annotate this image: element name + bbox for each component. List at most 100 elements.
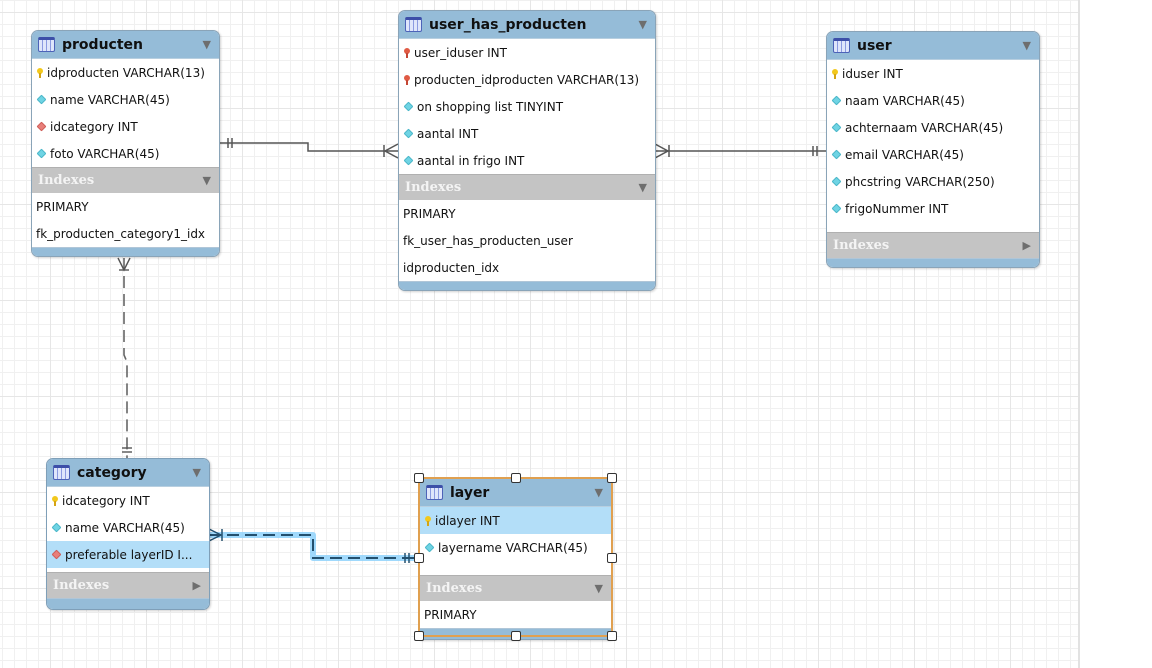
index-row[interactable]: idproducten_idx — [399, 254, 655, 281]
table-header[interactable]: category ▼ — [47, 459, 209, 487]
column-label: preferable layerID I... — [65, 547, 193, 562]
table-user-has-producten[interactable]: user_has_producten ▼ user_iduser INT pro… — [398, 10, 656, 291]
collapse-arrow-icon[interactable]: ▼ — [203, 38, 211, 51]
indexes-label: Indexes — [426, 581, 483, 596]
column-row[interactable]: idproducten VARCHAR(13) — [32, 59, 219, 86]
resize-handle-bottom-left[interactable] — [414, 631, 424, 641]
resize-handle-top-left[interactable] — [414, 473, 424, 483]
column-row[interactable]: iduser INT — [827, 60, 1039, 87]
column-label: idcategory INT — [62, 493, 150, 508]
column-icon — [51, 522, 62, 533]
resize-handle-left[interactable] — [414, 553, 424, 563]
column-row[interactable]: layername VARCHAR(45) — [420, 534, 611, 561]
table-layer[interactable]: layer ▼ idlayer INT layername VARCHAR(45… — [419, 478, 612, 640]
column-label: achternaam VARCHAR(45) — [845, 120, 1004, 135]
resize-handle-top-right[interactable] — [607, 473, 617, 483]
table-name: user — [857, 37, 892, 54]
index-row[interactable]: PRIMARY — [399, 200, 655, 227]
column-label: foto VARCHAR(45) — [50, 146, 160, 161]
table-icon — [833, 38, 850, 53]
column-icon — [424, 542, 435, 553]
column-row[interactable]: aantal INT — [399, 120, 655, 147]
column-row[interactable]: idcategory INT — [47, 487, 209, 514]
table-header[interactable]: producten ▼ — [32, 31, 219, 59]
collapse-arrow-icon[interactable]: ▼ — [639, 181, 647, 194]
column-label: on shopping list TINYINT — [417, 99, 564, 114]
column-row-highlighted[interactable]: idlayer INT — [420, 507, 611, 534]
table-category[interactable]: category ▼ idcategory INT name VARCHAR(4… — [46, 458, 210, 610]
column-label: aantal in frigo INT — [417, 153, 525, 168]
column-row[interactable]: producten_idproducten VARCHAR(13) — [399, 66, 655, 93]
collapse-arrow-icon[interactable]: ▼ — [203, 174, 211, 187]
expand-arrow-icon[interactable]: ▶ — [193, 579, 201, 592]
column-row[interactable]: name VARCHAR(45) — [32, 86, 219, 113]
collapse-arrow-icon[interactable]: ▼ — [1023, 39, 1031, 52]
table-header[interactable]: user_has_producten ▼ — [399, 11, 655, 39]
indexes-header[interactable]: Indexes ▼ — [399, 174, 655, 200]
column-row[interactable]: name VARCHAR(45) — [47, 514, 209, 541]
table-footer — [32, 247, 219, 256]
column-icon — [403, 101, 414, 112]
table-name: layer — [450, 484, 490, 501]
index-row[interactable]: fk_user_has_producten_user — [399, 227, 655, 254]
resize-handle-bottom-right[interactable] — [607, 631, 617, 641]
indexes-header[interactable]: Indexes ▶ — [827, 232, 1039, 258]
column-icon — [831, 95, 842, 106]
column-label: name VARCHAR(45) — [65, 520, 185, 535]
primary-foreign-key-icon — [404, 74, 410, 85]
table-name: category — [77, 464, 147, 481]
table-producten[interactable]: producten ▼ idproducten VARCHAR(13) name… — [31, 30, 220, 257]
table-header[interactable]: layer ▼ — [420, 479, 611, 507]
primary-key-icon — [52, 495, 58, 506]
primary-foreign-key-icon — [404, 47, 410, 58]
collapse-arrow-icon[interactable]: ▼ — [595, 582, 603, 595]
column-row[interactable]: on shopping list TINYINT — [399, 93, 655, 120]
column-row[interactable]: frigoNummer INT — [827, 195, 1039, 222]
column-row[interactable]: email VARCHAR(45) — [827, 141, 1039, 168]
table-user[interactable]: user ▼ iduser INT naam VARCHAR(45) achte… — [826, 31, 1040, 268]
expand-arrow-icon[interactable]: ▶ — [1023, 239, 1031, 252]
index-row[interactable]: PRIMARY — [420, 601, 611, 628]
column-row[interactable]: naam VARCHAR(45) — [827, 87, 1039, 114]
indexes-label: Indexes — [38, 173, 95, 188]
column-row[interactable]: user_iduser INT — [399, 39, 655, 66]
column-icon — [36, 94, 47, 105]
resize-handle-bottom[interactable] — [511, 631, 521, 641]
column-label: name VARCHAR(45) — [50, 92, 170, 107]
column-label: aantal INT — [417, 126, 479, 141]
column-row[interactable]: foto VARCHAR(45) — [32, 140, 219, 167]
column-row[interactable]: idcategory INT — [32, 113, 219, 140]
column-label: phcstring VARCHAR(250) — [845, 174, 995, 189]
column-row-highlighted[interactable]: preferable layerID I... — [47, 541, 209, 568]
collapse-arrow-icon[interactable]: ▼ — [193, 466, 201, 479]
index-row[interactable]: fk_producten_category1_idx — [32, 220, 219, 247]
indexes-header[interactable]: Indexes ▼ — [32, 167, 219, 193]
column-row[interactable]: achternaam VARCHAR(45) — [827, 114, 1039, 141]
column-icon — [831, 149, 842, 160]
indexes-label: Indexes — [53, 578, 110, 593]
column-label: idlayer INT — [435, 513, 500, 528]
column-label: user_iduser INT — [414, 45, 507, 60]
column-label: frigoNummer INT — [845, 201, 949, 216]
primary-key-icon — [425, 515, 431, 526]
column-label: producten_idproducten VARCHAR(13) — [414, 72, 640, 87]
collapse-arrow-icon[interactable]: ▼ — [595, 486, 603, 499]
index-row[interactable]: PRIMARY — [32, 193, 219, 220]
column-label: idcategory INT — [50, 119, 138, 134]
resize-handle-right[interactable] — [607, 553, 617, 563]
primary-key-icon — [37, 67, 43, 78]
collapse-arrow-icon[interactable]: ▼ — [639, 18, 647, 31]
indexes-header[interactable]: Indexes ▼ — [420, 575, 611, 601]
indexes-label: Indexes — [833, 238, 890, 253]
indexes-header[interactable]: Indexes ▶ — [47, 572, 209, 598]
resize-handle-top[interactable] — [511, 473, 521, 483]
column-label: email VARCHAR(45) — [845, 147, 964, 162]
column-row[interactable]: aantal in frigo INT — [399, 147, 655, 174]
foreign-key-icon — [51, 549, 62, 560]
column-row[interactable]: phcstring VARCHAR(250) — [827, 168, 1039, 195]
column-label: idproducten VARCHAR(13) — [47, 65, 205, 80]
table-header[interactable]: user ▼ — [827, 32, 1039, 60]
column-icon — [36, 148, 47, 159]
column-icon — [831, 203, 842, 214]
